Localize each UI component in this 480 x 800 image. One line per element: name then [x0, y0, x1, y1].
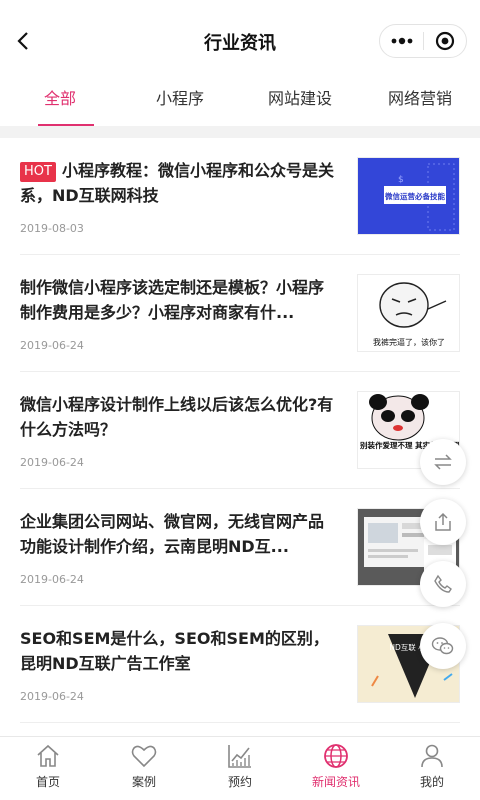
share-icon — [435, 512, 451, 531]
nav-home[interactable]: 首页 — [0, 737, 96, 800]
nav-cases[interactable]: 案例 — [96, 737, 192, 800]
article-title: HOT 小程序教程：微信小程序和公众号是关系，ND互联网科技 — [20, 158, 335, 208]
article-thumbnail: 微信运营必备技能 $ — [357, 157, 460, 235]
article-title: SEO和SEM是什么，SEO和SEM的区别，昆明ND互联广告工作室 — [20, 629, 329, 673]
article-title: 制作微信小程序该选定制还是模板？小程序制作费用是多少？小程序对商家有什... — [20, 278, 325, 322]
article-title: 企业集团公司网站、微官网，无线官网产品功能设计制作介绍，云南昆明ND互... — [20, 512, 325, 556]
switch-arrows-icon — [434, 454, 452, 470]
bottom-tab-bar: 首页 案例 预约 新闻资讯 我的 — [0, 736, 480, 800]
article-date: 2019-06-24 — [20, 573, 84, 586]
nav-mine[interactable]: 我的 — [384, 737, 480, 800]
article-date: 2019-06-24 — [20, 690, 84, 703]
nav-news-label: 新闻资讯 — [311, 775, 360, 789]
close-button[interactable] — [424, 25, 466, 57]
tab-mini-program[interactable]: 小程序 — [120, 82, 240, 126]
wechat-button[interactable] — [420, 623, 466, 669]
section-divider — [0, 126, 480, 138]
phone-icon — [434, 574, 452, 593]
category-tabs: 全部 小程序 网站建设 网络营销 — [0, 82, 480, 126]
home-icon — [37, 744, 59, 767]
mini-program-capsule — [379, 24, 467, 58]
article-thumbnail: 我裤完逼了，该你了 — [357, 274, 460, 352]
more-dots-icon — [391, 37, 412, 45]
switch-button[interactable] — [420, 439, 466, 485]
more-button[interactable] — [380, 25, 423, 57]
thumbnail-caption: 微信运营必备技能 — [384, 191, 445, 201]
article-item[interactable]: HOT 小程序教程：微信小程序和公众号是关系，ND互联网科技 2019-08-03… — [20, 138, 460, 255]
nav-booking[interactable]: 预约 — [192, 737, 288, 800]
article-list: HOT 小程序教程：微信小程序和公众号是关系，ND互联网科技 2019-08-03… — [0, 138, 480, 723]
share-button[interactable] — [420, 499, 466, 545]
nav-booking-label: 预约 — [227, 775, 252, 789]
article-item[interactable]: 企业集团公司网站、微官网，无线官网产品功能设计制作介绍，云南昆明ND互... 2… — [20, 489, 460, 606]
article-date: 2019-06-24 — [20, 456, 84, 469]
heart-icon — [131, 745, 157, 768]
article-title-text: 小程序教程：微信小程序和公众号是关系，ND互联网科技 — [20, 161, 334, 205]
meme-face-graphic: 我裤完逼了，该你了 — [358, 275, 459, 351]
call-button[interactable] — [420, 561, 466, 607]
nav-home-label: 首页 — [35, 775, 60, 789]
chart-icon — [228, 745, 251, 768]
header-bar: 行业资讯 — [0, 0, 480, 82]
nav-mine-label: 我的 — [419, 775, 444, 789]
article-item[interactable]: 微信小程序设计制作上线以后该怎么优化?有什么方法吗？ 2019-06-24 别装… — [20, 372, 460, 489]
svg-text:$: $ — [398, 175, 404, 185]
tab-all[interactable]: 全部 — [0, 82, 120, 126]
globe-icon — [324, 744, 348, 768]
nav-cases-label: 案例 — [131, 775, 156, 789]
article-item[interactable]: 制作微信小程序该选定制还是模板？小程序制作费用是多少？小程序对商家有什... 2… — [20, 255, 460, 372]
thumbnail-caption: 我裤完逼了，该你了 — [373, 337, 445, 347]
article-title: 微信小程序设计制作上线以后该怎么优化?有什么方法吗？ — [20, 395, 334, 439]
target-icon — [435, 31, 455, 51]
article-item[interactable]: SEO和SEM是什么，SEO和SEM的区别，昆明ND互联广告工作室 2019-0… — [20, 606, 460, 723]
tab-website-building[interactable]: 网站建设 — [240, 82, 360, 126]
article-date: 2019-08-03 — [20, 222, 84, 235]
thumbnail-graphic: 微信运营必备技能 $ — [358, 158, 459, 234]
nav-news[interactable]: 新闻资讯 — [288, 737, 384, 800]
article-date: 2019-06-24 — [20, 339, 84, 352]
hot-badge: HOT — [20, 162, 56, 182]
user-icon — [421, 744, 443, 768]
wechat-icon — [431, 637, 454, 655]
tab-online-marketing[interactable]: 网络营销 — [360, 82, 480, 126]
